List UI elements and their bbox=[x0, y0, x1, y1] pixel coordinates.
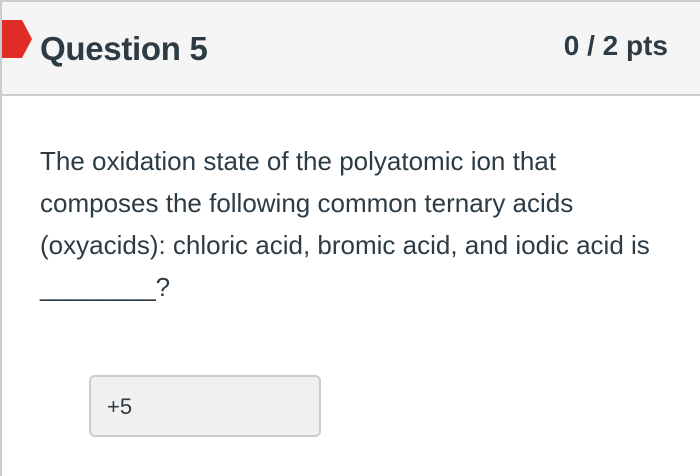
bookmark-flag-icon[interactable] bbox=[2, 20, 32, 58]
question-header: Question 5 0 / 2 pts bbox=[2, 0, 700, 96]
question-points: 0 / 2 pts bbox=[563, 30, 668, 61]
question-text: The oxidation state of the polyatomic io… bbox=[40, 146, 650, 302]
answer-field[interactable]: +5 bbox=[89, 375, 321, 437]
question-card: Question 5 0 / 2 pts The oxidation state… bbox=[0, 0, 700, 476]
question-title: Question 5 bbox=[40, 30, 208, 67]
answer-value: +5 bbox=[107, 394, 133, 419]
